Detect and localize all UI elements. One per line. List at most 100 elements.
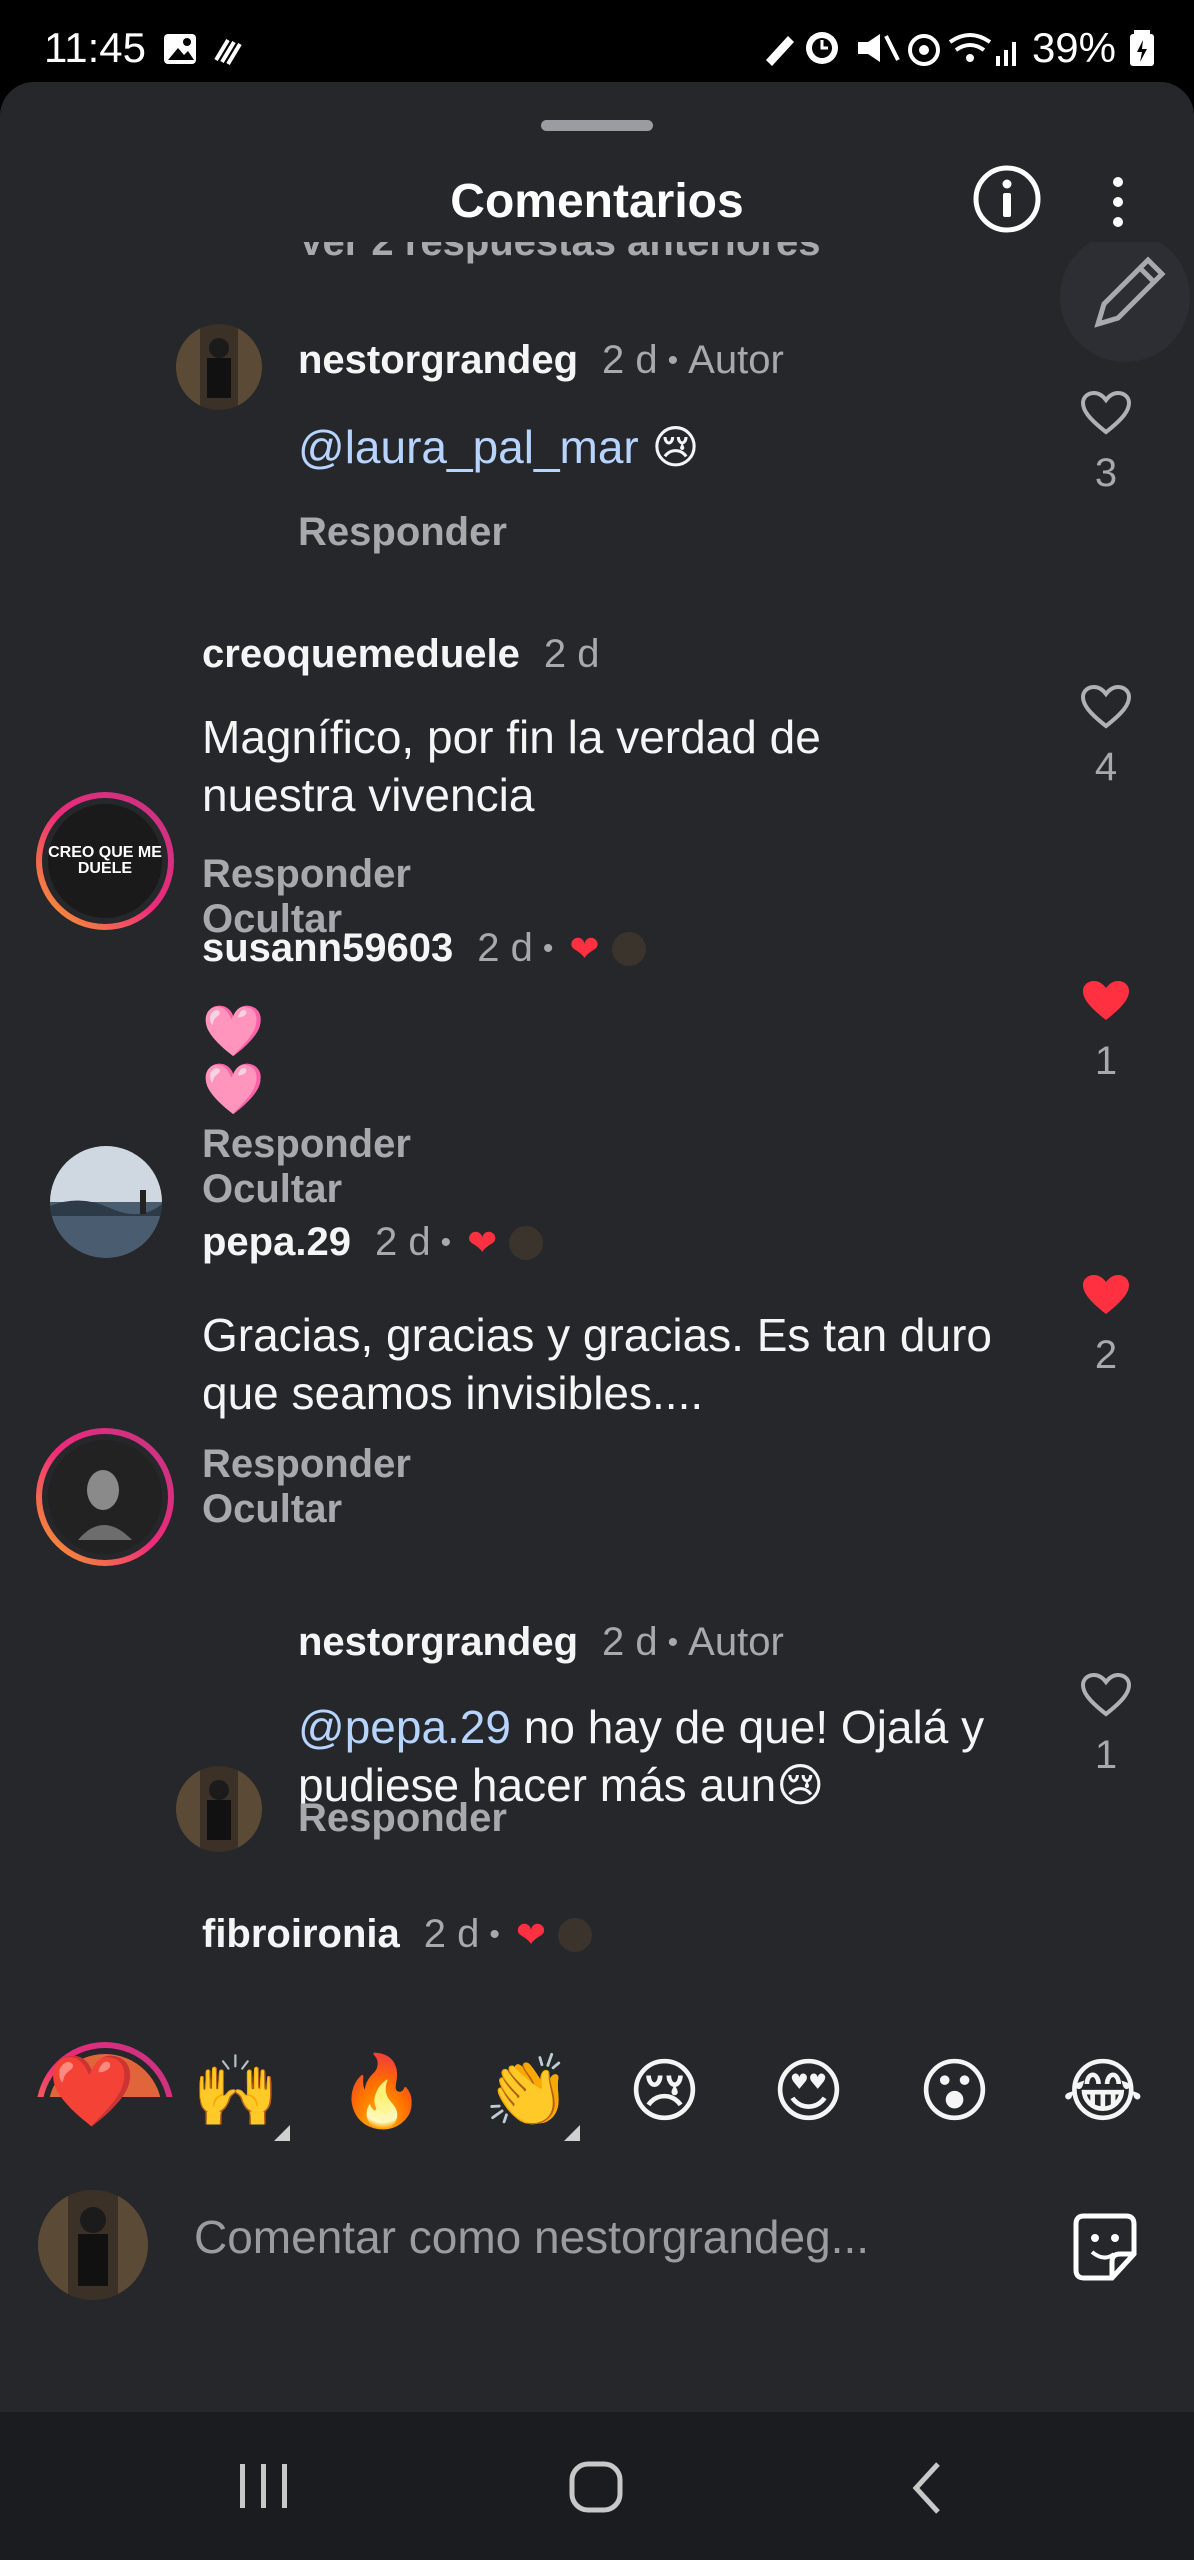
quick-reactions-bar: ❤️ 🙌 🔥 👏 😢 😍 😮 😂: [0, 2015, 1194, 2160]
like-count: 4: [1094, 745, 1118, 789]
comments-list[interactable]: Ver 2 respuestas anteriores nestorgrande…: [0, 242, 1194, 2097]
like-button[interactable]: 1: [1066, 1672, 1146, 1778]
username[interactable]: susann59603: [202, 926, 453, 971]
back-icon[interactable]: [908, 2460, 948, 2516]
info-icon[interactable]: [972, 164, 1042, 234]
heart-filled-icon: [1083, 981, 1129, 1020]
reaction-raised-hands[interactable]: 🙌: [192, 2051, 279, 2131]
comment-actions: Responder: [298, 1796, 557, 1841]
reaction-laughing[interactable]: 😂: [1062, 2051, 1144, 2131]
edit-fab[interactable]: [1060, 242, 1190, 362]
avatar-story-ring[interactable]: CREO QUE ME DUELE: [36, 792, 174, 930]
separator-dot: •: [542, 931, 554, 965]
separator-dot: •: [667, 1625, 679, 1659]
skin-tone-caret-icon[interactable]: [564, 2125, 580, 2141]
separator-dot: •: [667, 343, 679, 377]
reaction-clap[interactable]: 👏: [484, 2051, 571, 2131]
username[interactable]: pepa.29: [202, 1220, 351, 1265]
author-badge: Autor: [688, 1620, 784, 1664]
reply-button[interactable]: Responder: [298, 510, 507, 554]
avatar[interactable]: [176, 1766, 262, 1852]
comment-actions: Responder: [298, 510, 557, 555]
comment-meta: susann59603 2 d • ❤: [202, 926, 646, 971]
like-button[interactable]: 4: [1066, 684, 1146, 790]
timestamp: 2 d: [374, 1220, 431, 1264]
separator-dot: •: [440, 1225, 452, 1259]
reaction-fire[interactable]: 🔥: [338, 2051, 425, 2131]
reaction-surprised[interactable]: 😮: [918, 2051, 991, 2131]
separator-dot: •: [489, 1917, 500, 1951]
pencil-icon: [1094, 256, 1166, 328]
username[interactable]: creoquemeduele: [202, 632, 520, 677]
heart-filled-icon: [1083, 1275, 1129, 1314]
comment-meta: nestorgrandeg 2 d • Autor: [298, 338, 784, 383]
timestamp: 2 d: [602, 1620, 658, 1664]
status-bar: 11:45 39%: [0, 0, 1194, 82]
system-icons: [765, 32, 1016, 66]
mention-link[interactable]: @laura_pal_mar: [298, 421, 639, 473]
reply-button[interactable]: Responder: [298, 1796, 507, 1840]
view-previous-replies[interactable]: Ver 2 respuestas anteriores: [298, 242, 821, 265]
reaction-crying[interactable]: 😢: [628, 2051, 701, 2131]
timestamp: 2 d: [423, 1912, 480, 1956]
recents-icon[interactable]: [236, 2460, 292, 2512]
comment-meta: fibroironia 2 d • ❤: [202, 1912, 593, 1957]
username[interactable]: nestorgrandeg: [298, 1620, 578, 1665]
author-badge: Autor: [688, 338, 784, 382]
creator-avatar-mini: [558, 1917, 593, 1952]
comment-text: @laura_pal_mar 😢: [298, 418, 1028, 476]
avatar[interactable]: [50, 1146, 162, 1258]
like-count: 1: [1094, 1733, 1118, 1777]
status-icons: 39%: [758, 24, 1154, 72]
comment-meta: pepa.29 2 d • ❤: [202, 1220, 544, 1265]
avatar-story-ring[interactable]: [36, 1428, 174, 1566]
status-time: 11:45: [44, 24, 146, 71]
timestamp: 2 d: [477, 926, 533, 970]
avatar-text: CREO QUE ME DUELE: [48, 804, 162, 918]
comment-meta: creoquemeduele 2 d: [202, 632, 600, 677]
gallery-icon: [162, 30, 262, 75]
like-count: 1: [1094, 1039, 1118, 1083]
home-icon[interactable]: [568, 2460, 624, 2514]
drag-handle[interactable]: [541, 120, 653, 131]
hide-button[interactable]: Ocultar: [202, 1487, 342, 1531]
comment-text-rest: 😢: [638, 421, 700, 473]
system-nav-bar: [0, 2412, 1194, 2560]
battery-icon: [1130, 30, 1154, 66]
reply-button[interactable]: Responder: [202, 1442, 411, 1486]
heart-outline-icon: [1080, 1672, 1132, 1717]
current-user-avatar: [38, 2190, 148, 2300]
hide-button[interactable]: Ocultar: [202, 1167, 342, 1211]
creator-avatar-mini: [611, 931, 646, 966]
comment-composer: Comentar como nestorgrandeg...: [0, 2160, 1194, 2330]
battery-level: 39%: [1031, 24, 1116, 71]
comment-input[interactable]: Comentar como nestorgrandeg...: [194, 2210, 869, 2264]
reply-button[interactable]: Responder: [202, 852, 411, 896]
username[interactable]: fibroironia: [202, 1912, 400, 1957]
like-button[interactable]: 2: [1066, 1272, 1146, 1378]
comments-sheet: Comentarios Ver 2 respuestas anteriores: [0, 82, 1194, 2412]
timestamp: 2 d: [602, 338, 658, 382]
username[interactable]: nestorgrandeg: [298, 338, 578, 383]
skin-tone-caret-icon[interactable]: [274, 2125, 290, 2141]
creator-avatar-mini: [509, 1225, 544, 1260]
sticker-icon[interactable]: [1068, 2210, 1142, 2284]
like-button[interactable]: 3: [1066, 390, 1146, 496]
reaction-heart[interactable]: ❤️: [48, 2051, 135, 2131]
like-count: 2: [1094, 1333, 1118, 1377]
mention-link[interactable]: @pepa.29: [298, 1701, 511, 1753]
like-button[interactable]: 1: [1066, 978, 1146, 1084]
creator-liked-heart-icon: ❤: [467, 1221, 498, 1263]
more-options-icon[interactable]: [1098, 174, 1138, 230]
reply-button[interactable]: Responder: [202, 1122, 411, 1166]
comment-text: 🩷🩷: [202, 1003, 265, 1117]
creator-liked-heart-icon: ❤: [515, 1913, 547, 1955]
timestamp: 2 d: [543, 632, 600, 676]
comment-meta: nestorgrandeg 2 d • Autor: [298, 1620, 784, 1665]
comment-text: Gracias, gracias y gracias. Es tan duro …: [202, 1309, 992, 1419]
avatar[interactable]: [176, 324, 262, 410]
comment-actions: Responder Ocultar: [202, 1442, 461, 1532]
heart-outline-icon: [1080, 684, 1132, 729]
reaction-heart-eyes[interactable]: 😍: [772, 2051, 845, 2131]
like-count: 3: [1094, 451, 1118, 495]
